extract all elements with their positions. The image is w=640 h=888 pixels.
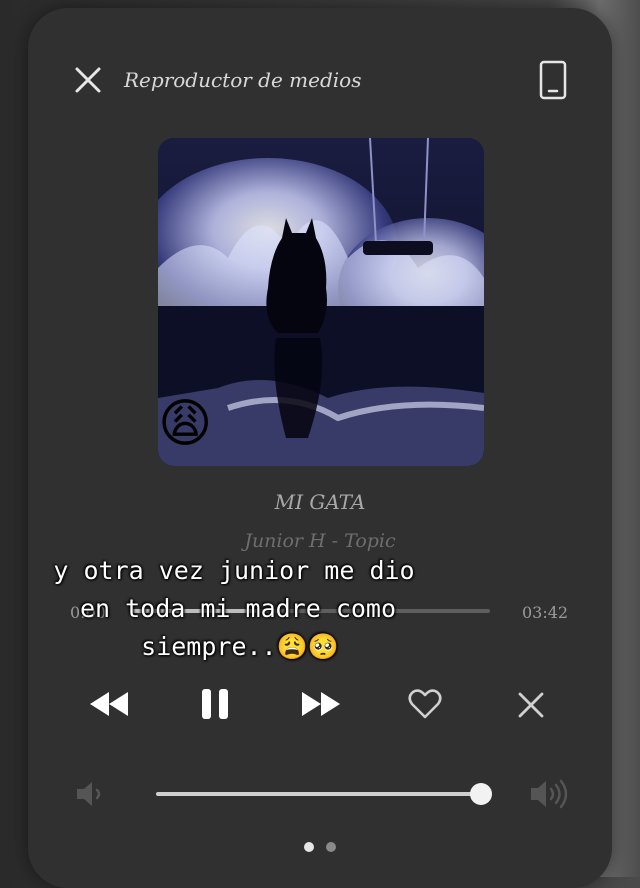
rewind-button[interactable] xyxy=(88,688,130,720)
output-device-button[interactable] xyxy=(536,60,570,100)
close-icon xyxy=(75,67,101,93)
caption-line-2: en toda mi madre como xyxy=(79,594,397,623)
pause-icon xyxy=(202,689,228,719)
page-title: Reproductor de medios xyxy=(124,68,362,92)
like-button[interactable] xyxy=(408,688,442,720)
caption-line-1: y otra vez junior me dio xyxy=(53,556,415,585)
track-artist: Junior H - Topic xyxy=(244,530,396,552)
close-icon xyxy=(518,692,544,718)
heart-icon xyxy=(408,689,442,719)
close-button[interactable] xyxy=(72,64,104,96)
dismiss-button[interactable] xyxy=(516,690,546,720)
pause-button[interactable] xyxy=(198,686,232,722)
volume-up-button[interactable] xyxy=(528,776,570,812)
volume-down-button[interactable] xyxy=(74,778,108,810)
total-time: 03:42 xyxy=(522,603,569,622)
fast-forward-icon xyxy=(302,692,340,716)
volume-slider[interactable] xyxy=(156,792,488,796)
track-title: MI GATA xyxy=(274,490,366,514)
page-indicator[interactable] xyxy=(326,842,336,852)
rewind-icon xyxy=(90,692,128,716)
overlay-caption: y otra vez junior me dio en toda mi madr… xyxy=(0,552,460,666)
artwork-sticker-emoji: 😩 xyxy=(158,394,213,454)
volume-high-icon xyxy=(531,779,568,809)
caption-line-3: siempre..😩🥺 xyxy=(141,632,339,661)
phone-device-icon xyxy=(539,60,567,100)
fast-forward-button[interactable] xyxy=(300,688,342,720)
volume-low-icon xyxy=(77,782,101,806)
page-indicator-active[interactable] xyxy=(304,842,314,852)
